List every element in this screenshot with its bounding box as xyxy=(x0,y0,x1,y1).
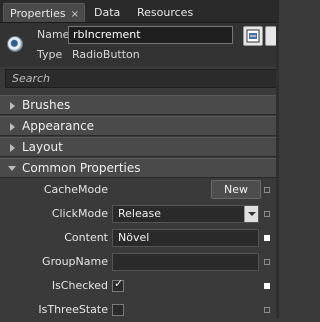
scrollbar[interactable] xyxy=(276,22,279,318)
property-label: IsThreeState xyxy=(38,303,108,316)
advanced-options-marker[interactable] xyxy=(264,307,270,313)
radio-button-icon xyxy=(7,36,23,52)
property-label: CacheMode xyxy=(43,183,108,196)
category-layout[interactable]: Layout xyxy=(0,137,279,157)
category-appearance[interactable]: Appearance xyxy=(0,116,279,136)
property-row-cachemode: CacheMode New xyxy=(0,178,279,202)
property-row-ischecked: IsChecked ✓ xyxy=(0,274,279,298)
clickmode-select[interactable]: Release xyxy=(112,205,259,223)
groupname-input[interactable] xyxy=(112,253,259,271)
property-row-clickmode: ClickMode Release xyxy=(0,202,279,226)
chevron-right-icon xyxy=(10,123,15,131)
property-label: ClickMode xyxy=(51,207,108,220)
events-view-button[interactable] xyxy=(243,26,263,46)
type-label: Type xyxy=(37,48,63,61)
chevron-down-icon[interactable] xyxy=(244,206,258,222)
property-label: GroupName xyxy=(42,255,108,268)
isthreestate-checkbox[interactable] xyxy=(112,304,124,316)
property-row-isthreestate: IsThreeState xyxy=(0,298,279,322)
content-input[interactable]: Növel xyxy=(112,229,259,247)
chevron-right-icon xyxy=(10,102,15,110)
property-label: Content xyxy=(64,231,108,244)
search-input[interactable]: Search xyxy=(5,69,277,88)
category-common-properties[interactable]: Common Properties xyxy=(0,158,279,178)
checkmark-icon: ✓ xyxy=(114,277,124,290)
category-brushes[interactable]: Brushes xyxy=(0,95,279,115)
events-icon xyxy=(246,29,260,43)
new-button[interactable]: New xyxy=(211,180,261,199)
advanced-options-marker[interactable] xyxy=(264,259,270,265)
name-field[interactable]: rbIncrement xyxy=(68,26,233,44)
tab-properties[interactable]: Properties × xyxy=(3,3,85,22)
property-row-content: Content Növel xyxy=(0,226,279,250)
type-value: RadioButton xyxy=(72,48,140,61)
property-row-groupname: GroupName xyxy=(0,250,279,274)
chevron-down-icon xyxy=(8,166,16,171)
tab-properties-label: Properties xyxy=(10,7,66,20)
name-label: Name xyxy=(37,28,70,41)
advanced-options-marker[interactable] xyxy=(264,211,270,217)
tab-strip: Properties × Data Resources xyxy=(0,0,279,23)
ischecked-checkbox[interactable]: ✓ xyxy=(112,277,124,292)
tab-close-icon[interactable]: × xyxy=(71,9,79,20)
tab-resources[interactable]: Resources xyxy=(131,3,199,22)
advanced-options-marker[interactable] xyxy=(264,283,270,289)
advanced-options-marker[interactable] xyxy=(264,187,270,193)
chevron-right-icon xyxy=(10,144,15,152)
property-label: IsChecked xyxy=(51,279,108,292)
tab-data[interactable]: Data xyxy=(88,3,126,22)
advanced-options-marker[interactable] xyxy=(264,235,270,241)
